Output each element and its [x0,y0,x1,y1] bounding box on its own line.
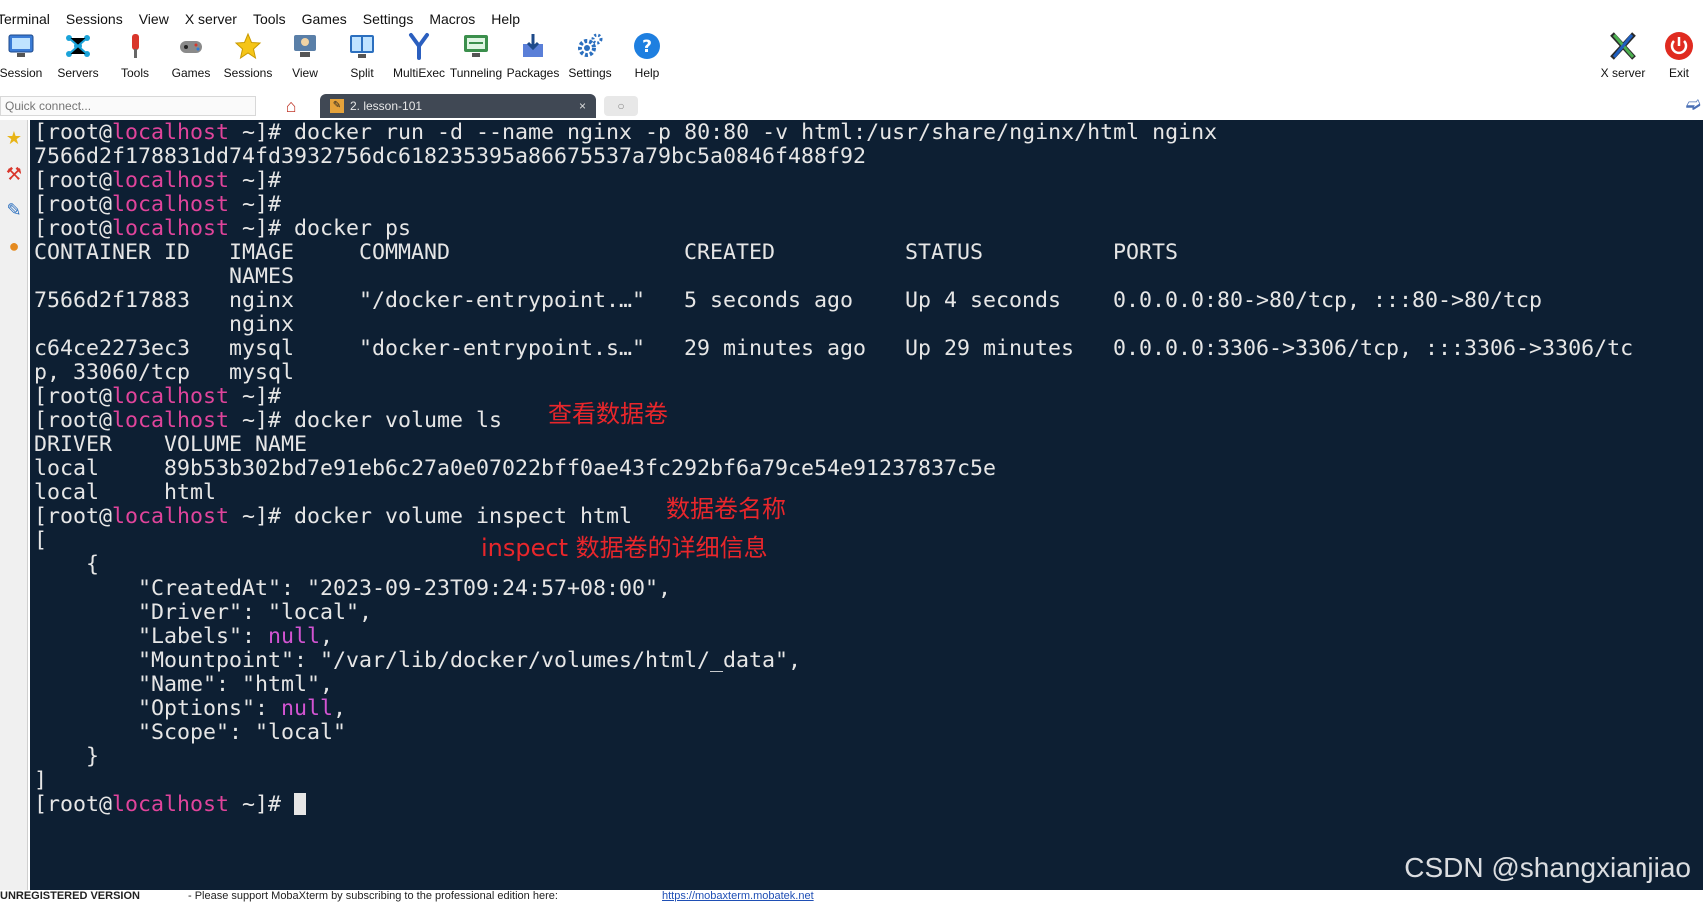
sidebar-sftp-icon[interactable]: ● [0,228,28,264]
tab-lesson-101[interactable]: ✎ 2. lesson-101 × [320,94,596,118]
x-server-button[interactable]: X server [1592,30,1654,88]
terminal-line: [root@localhost ~]# docker volume ls [34,408,503,433]
terminal-line: 7566d2f17883 nginx "/docker-entrypoint.…… [34,288,1543,313]
menu-terminal[interactable]: Terminal [0,11,50,27]
terminal-line: [root@localhost ~]# docker run -d --name… [34,120,1218,145]
terminal-line: "CreatedAt": "2023-09-23T09:24:57+08:00"… [34,576,672,601]
menu-bar: Terminal Sessions View X server Tools Ga… [0,8,1703,30]
terminal-line: "Driver": "local", [34,600,373,625]
new-tab-icon: ○ [617,99,625,113]
annotation-view-volumes: 查看数据卷 [548,400,668,428]
new-tab-button[interactable]: ○ [604,96,638,116]
tab-label: 2. lesson-101 [350,99,423,113]
menu-macros[interactable]: Macros [429,11,475,27]
support-text: - Please support MobaXterm by subscribin… [188,890,558,902]
quick-connect-input[interactable] [0,96,256,116]
terminal-line: "Mountpoint": "/var/lib/docker/volumes/h… [34,648,802,673]
session-monitor-icon [5,30,37,62]
terminal-line: [root@localhost ~]# docker volume inspec… [34,504,633,529]
terminal-line: } [34,744,100,769]
close-icon[interactable]: × [579,99,586,113]
terminal-line: nginx [34,312,295,337]
packages-button[interactable]: Packages [502,30,564,88]
annotation-inspect-detail: inspect 数据卷的详细信息 [481,534,768,562]
watermark: CSDN @shangxianjiao [1404,852,1691,883]
menu-help[interactable]: Help [491,11,520,27]
terminal-line: "Name": "html", [34,672,334,697]
terminal-line: [ [34,528,48,553]
view-icon [289,30,321,62]
terminal-line: DRIVER VOLUME NAME [34,432,308,457]
tunneling-button[interactable]: Tunneling [445,30,507,88]
tools-icon [119,30,151,62]
paperclip-icon[interactable]: ➫ [1686,94,1701,115]
sidebar-macro-icon[interactable]: ✎ [0,192,28,228]
help-icon: ? [631,30,663,62]
games-icon [175,30,207,62]
menu-settings[interactable]: Settings [363,11,414,27]
terminal-line: ] [34,768,48,793]
terminal-line: "Scope": "local" [34,720,347,745]
session-button[interactable]: Session [0,30,52,88]
terminal-line: [root@localhost ~]# [34,792,307,818]
settings-button[interactable]: Settings [559,30,621,88]
multiexec-button[interactable]: MultiExec [388,30,450,88]
unregistered-label: UNREGISTERED VERSION [0,890,140,902]
terminal-line: p, 33060/tcp mysql [34,360,295,385]
sidebar-star-icon[interactable]: ★ [0,120,28,156]
home-tab[interactable]: ⌂ [278,94,304,118]
menu-sessions[interactable]: Sessions [66,11,123,27]
left-sidebar: ★ ⚒ ✎ ● [0,120,28,890]
menu-x-server[interactable]: X server [185,11,237,27]
gear-icon [574,30,606,62]
sessions-button[interactable]: Sessions [217,30,279,88]
terminal-line: NAMES [34,264,295,289]
terminal-line: CONTAINER ID IMAGE COMMAND CREATED STATU… [34,240,1179,265]
sidebar-tools-icon[interactable]: ⚒ [0,156,28,192]
status-bar: UNREGISTERED VERSION - Please support Mo… [0,890,1703,902]
view-button[interactable]: View [274,30,336,88]
tunneling-icon [460,30,492,62]
terminal-line: 7566d2f178831dd74fd3932756dc618235395a86… [34,144,867,169]
mobaxterm-link[interactable]: https://mobaxterm.mobatek.net [662,890,814,902]
svg-text:?: ? [642,37,652,57]
terminal-tab-icon: ✎ [330,99,344,113]
terminal-line: [root@localhost ~]# [34,192,295,217]
split-icon [346,30,378,62]
toolbar: Session Servers Tools Games Sessions Vie… [0,30,1703,88]
servers-icon [62,30,94,62]
split-button[interactable]: Split [331,30,393,88]
menu-games[interactable]: Games [302,11,347,27]
tab-row: ⌂ ✎ 2. lesson-101 × ○ ➫ [0,94,1703,118]
terminal-line: "Labels": null, [34,624,334,649]
terminal-output[interactable]: [root@localhost ~]# docker run -d --name… [30,120,1703,890]
star-icon [232,30,264,62]
exit-button[interactable]: Exit [1655,30,1703,88]
help-button[interactable]: ? Help [616,30,678,88]
terminal-line: [root@localhost ~]# [34,384,295,409]
terminal-line: local 89b53b302bd7e91eb6c27a0e07022bff0a… [34,456,997,481]
terminal-line: local html [34,480,217,505]
terminal-line: "Options": null, [34,696,347,721]
terminal-cursor [294,793,307,815]
servers-button[interactable]: Servers [47,30,109,88]
home-icon: ⌂ [285,95,297,116]
multiexec-icon [403,30,435,62]
menu-view[interactable]: View [139,11,169,27]
terminal-line: { [34,552,100,577]
packages-icon [517,30,549,62]
power-icon [1663,30,1695,62]
annotation-volume-name: 数据卷名称 [666,495,786,523]
games-button[interactable]: Games [160,30,222,88]
terminal-line: [root@localhost ~]# docker ps [34,216,412,241]
menu-tools[interactable]: Tools [253,11,286,27]
tools-button[interactable]: Tools [104,30,166,88]
x-server-icon [1607,30,1639,62]
terminal-line: [root@localhost ~]# [34,168,295,193]
terminal-line: c64ce2273ec3 mysql "docker-entrypoint.s…… [34,336,1634,361]
